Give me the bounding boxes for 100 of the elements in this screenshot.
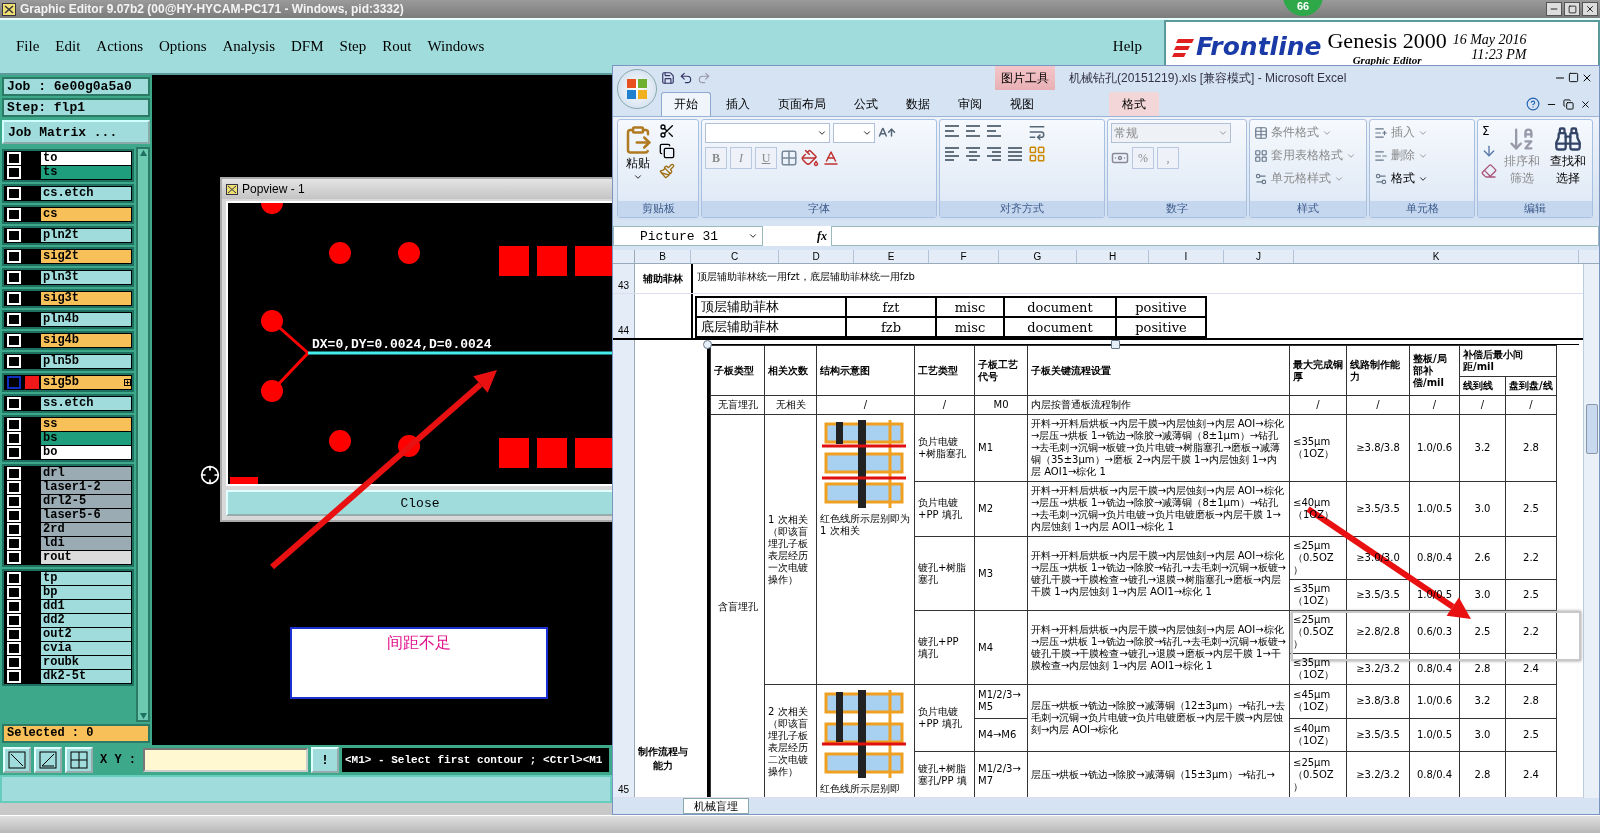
layer-name[interactable]: dd2 xyxy=(41,614,131,627)
fill-icon[interactable] xyxy=(1481,143,1497,159)
layer-name[interactable]: drl2-5 xyxy=(41,495,131,508)
layer-name[interactable]: sig5b xyxy=(41,376,131,389)
layer-checkbox[interactable] xyxy=(7,376,21,389)
layer-name[interactable]: laser1-2 xyxy=(41,481,131,494)
selection-handle[interactable] xyxy=(1111,340,1120,349)
ribbon-big-button[interactable]: 查找和选择 xyxy=(1547,123,1589,198)
column-letter[interactable]: D xyxy=(779,250,854,263)
menu-item[interactable]: Analysis xyxy=(214,38,284,55)
wrap-text-icon[interactable] xyxy=(1028,123,1046,141)
cut-icon[interactable] xyxy=(659,123,675,139)
layer-name[interactable]: cvia xyxy=(41,642,131,655)
layer-name[interactable]: laser5-6 xyxy=(41,509,131,522)
layer-name[interactable]: out2 xyxy=(41,628,131,641)
menu-item[interactable]: DFM xyxy=(283,38,332,55)
embedded-table-picture[interactable] xyxy=(707,344,1579,797)
ribbon-tab[interactable]: 格式 xyxy=(1109,92,1159,116)
column-letter[interactable]: K xyxy=(1294,250,1579,263)
menu-item[interactable]: Options xyxy=(151,38,215,55)
layer-name[interactable]: drl xyxy=(41,467,131,480)
menu-item[interactable]: File xyxy=(8,38,48,55)
coordinate-input[interactable] xyxy=(143,748,308,772)
font-color-icon[interactable] xyxy=(822,149,840,167)
layer-name[interactable]: bp xyxy=(41,586,131,599)
row-number[interactable]: 43 xyxy=(613,264,635,293)
formula-input[interactable] xyxy=(831,226,1599,246)
layer-name[interactable]: ss.etch xyxy=(41,397,131,410)
expand-icon[interactable] xyxy=(124,379,131,386)
column-letter[interactable]: G xyxy=(999,250,1077,263)
column-letter[interactable]: H xyxy=(1077,250,1149,263)
layer-name[interactable]: pln4b xyxy=(41,313,131,326)
save-icon[interactable] xyxy=(661,71,675,85)
align-center-icon[interactable] xyxy=(964,145,982,163)
maximize-icon[interactable] xyxy=(1568,72,1579,83)
zoom-tool-button[interactable] xyxy=(3,747,31,773)
column-letter[interactable]: C xyxy=(691,250,779,263)
sheet-tab[interactable]: 机械盲埋 xyxy=(683,798,749,814)
binoculars-icon[interactable] xyxy=(1554,125,1582,153)
caret-icon[interactable] xyxy=(862,128,872,138)
column-letter[interactable]: E xyxy=(854,250,929,263)
border-icon[interactable] xyxy=(780,149,798,167)
job-matrix-button[interactable]: Job Matrix ... xyxy=(2,120,150,144)
format-painter-icon[interactable] xyxy=(659,163,675,179)
layer-name[interactable]: sig3t xyxy=(41,292,131,305)
menu-item[interactable]: Edit xyxy=(47,38,89,55)
caret-icon[interactable] xyxy=(748,231,758,241)
layer-name[interactable]: pln5b xyxy=(41,355,131,368)
column-letter[interactable]: I xyxy=(1149,250,1224,263)
column-letter[interactable]: F xyxy=(929,250,999,263)
align-left-icon[interactable] xyxy=(943,145,961,163)
scrollbar[interactable] xyxy=(136,147,150,722)
scroll-down-icon[interactable] xyxy=(138,712,148,720)
layer-name[interactable]: sig2t xyxy=(41,250,131,263)
row-number[interactable]: 44 xyxy=(613,294,635,338)
close-button[interactable]: Close xyxy=(226,490,614,516)
layer-name[interactable]: cs xyxy=(41,208,131,221)
layer-name[interactable]: dk2-5t xyxy=(41,670,131,683)
layer-name[interactable]: rout xyxy=(41,551,131,564)
sliders-icon[interactable] xyxy=(1374,171,1388,186)
ribbon-tab[interactable]: 插入 xyxy=(713,92,763,116)
restore-icon[interactable] xyxy=(1563,98,1574,110)
layer-name[interactable]: pln3t xyxy=(41,271,131,284)
grid-tool-button[interactable] xyxy=(65,747,93,773)
fill-color-icon[interactable] xyxy=(801,149,819,167)
ribbon-tab[interactable]: 开始 xyxy=(661,92,711,116)
ribbon-tab[interactable]: 公式 xyxy=(841,92,891,116)
column-letter[interactable]: J xyxy=(1224,250,1294,263)
merge-cells-icon[interactable] xyxy=(1028,145,1046,163)
caret-icon[interactable] xyxy=(633,172,643,182)
layer-name[interactable]: roubk xyxy=(41,656,131,669)
scroll-up-icon[interactable] xyxy=(138,149,148,157)
layer-name[interactable]: to xyxy=(41,152,131,165)
name-box[interactable]: Picture 31 xyxy=(613,226,763,246)
ribbon-tab[interactable]: 审阅 xyxy=(945,92,995,116)
menu-item[interactable]: Step xyxy=(331,38,375,55)
ribbon-tab[interactable]: 视图 xyxy=(997,92,1047,116)
layer-name[interactable]: sig4b xyxy=(41,334,131,347)
layer-name[interactable]: ss xyxy=(41,418,131,431)
angle-box-icon[interactable] xyxy=(39,751,57,769)
layer-name[interactable]: bo xyxy=(41,446,131,459)
eraser-icon[interactable] xyxy=(1481,163,1497,179)
layer-name[interactable]: ldi xyxy=(41,537,131,550)
office-logo-icon[interactable] xyxy=(626,78,648,100)
caret-icon[interactable] xyxy=(817,128,827,138)
layer-name[interactable]: bs xyxy=(41,432,131,445)
menu-item[interactable]: Actions xyxy=(88,38,151,55)
menu-item[interactable]: Help xyxy=(1104,38,1150,55)
ribbon-tab[interactable]: 页面布局 xyxy=(765,92,839,116)
help-icon[interactable] xyxy=(1526,97,1540,111)
diagonal-box-icon[interactable] xyxy=(8,751,26,769)
close-icon[interactable] xyxy=(1581,72,1593,84)
copy-icon[interactable] xyxy=(659,143,675,159)
layer-name[interactable]: cs.etch xyxy=(41,187,131,200)
row-number[interactable]: 45 xyxy=(613,340,635,797)
undo-icon[interactable] xyxy=(679,71,693,85)
vertical-scrollbar[interactable] xyxy=(1583,264,1599,798)
align-right-icon[interactable] xyxy=(985,145,1003,163)
layer-name[interactable]: tp xyxy=(41,572,131,585)
ribbon-command[interactable]: 格式 xyxy=(1373,169,1429,188)
